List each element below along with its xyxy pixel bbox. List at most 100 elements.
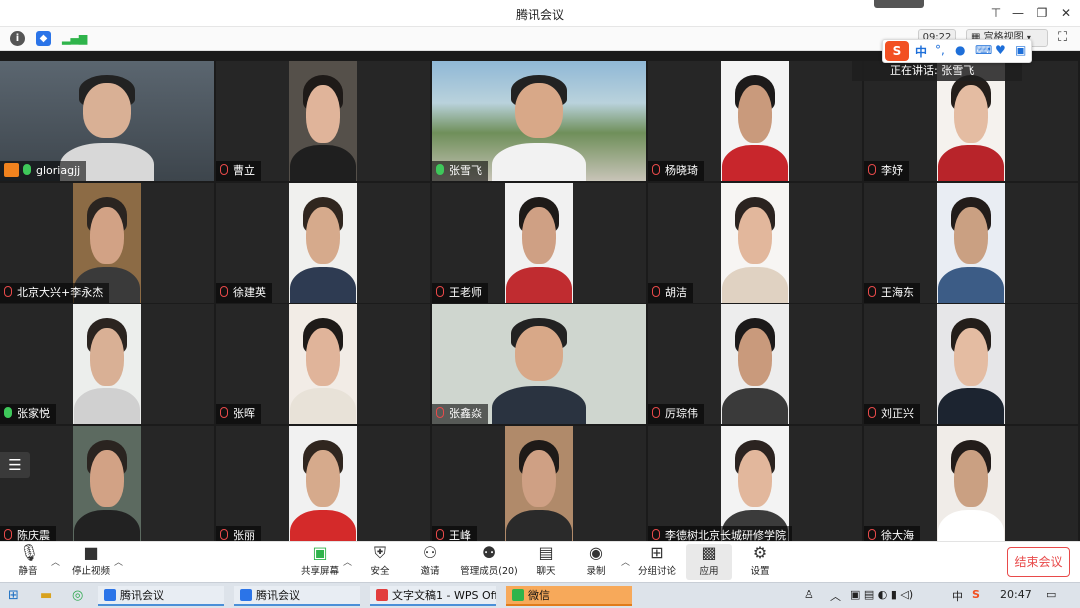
ime-toolbar[interactable]: S 中 °, ● ⌨ ♥ ▣ <box>882 39 1032 63</box>
taskbar-item-tencent-meeting-2[interactable]: 腾讯会议 <box>234 586 360 606</box>
pin-icon[interactable]: ⊤ <box>985 3 1007 23</box>
stop-video-button[interactable]: ■ 停止视频 <box>70 543 112 578</box>
notification-icon[interactable]: ▭ <box>1046 588 1056 601</box>
microphone-muted-icon <box>868 285 876 297</box>
tools-icon[interactable]: ▣ <box>1015 43 1026 57</box>
taskbar-item-tencent-meeting-1[interactable]: 腾讯会议 <box>98 586 224 606</box>
video-tile[interactable]: 张家悦 <box>0 304 214 424</box>
video-tile[interactable]: 陈庆震 <box>0 425 214 541</box>
share-screen-button[interactable]: ▣ 共享屏幕 <box>300 543 340 578</box>
browser-icon[interactable]: ◎ <box>72 586 83 606</box>
maximize-button[interactable]: ❐ <box>1031 3 1053 23</box>
video-tile[interactable]: 厉琮伟 <box>648 304 862 424</box>
skin-icon[interactable]: ♥ <box>995 43 1006 57</box>
microphone-muted-icon <box>436 528 444 540</box>
ime-mode[interactable]: 中 <box>915 43 927 60</box>
participant-nametag: 李妤 <box>864 161 909 181</box>
video-tile[interactable]: gloriagjj <box>0 61 214 181</box>
chat-button[interactable]: ▤ 聊天 <box>534 544 558 578</box>
participant-name: 徐大海 <box>881 528 914 542</box>
punctuation-icon[interactable]: °, <box>935 43 945 57</box>
participant-name: 张雪飞 <box>449 164 482 177</box>
shield-icon[interactable]: ◆ <box>36 31 51 46</box>
video-tile[interactable]: 杨晓琦 <box>648 61 862 181</box>
wps-icon <box>376 589 388 601</box>
tencent-meeting-icon <box>104 589 116 601</box>
video-tile[interactable]: 张雪飞 <box>432 61 646 181</box>
sogou-tray-icon[interactable]: S <box>972 588 980 601</box>
apps-label: 应用 <box>699 566 719 577</box>
participant-name: 王老师 <box>449 285 482 299</box>
tray-app-icons[interactable]: ▣ ▤ ◐ ▮ ◁) <box>850 588 913 601</box>
taskbar-item-wps[interactable]: 文字文稿1 - WPS Off... <box>370 586 496 606</box>
participant-name: 北京大兴+李永杰 <box>17 285 104 299</box>
record-options-chevron[interactable]: ︿ <box>621 555 630 568</box>
video-tile[interactable]: 张晖 <box>216 304 430 424</box>
info-icon[interactable]: i <box>10 31 25 46</box>
breakout-label: 分组讨论 <box>638 566 677 577</box>
apps-button[interactable]: ▩ 应用 <box>686 544 732 580</box>
video-options-chevron[interactable]: ︿ <box>114 555 123 568</box>
file-explorer-icon[interactable]: ▬ <box>40 586 52 606</box>
keyboard-icon[interactable]: ⌨ <box>975 43 992 57</box>
people-icon[interactable]: ♙ <box>804 588 814 601</box>
taskbar-item-wechat[interactable]: 微信 <box>506 586 632 606</box>
video-tile[interactable]: 王老师 <box>432 182 646 303</box>
microphone-muted-icon <box>868 528 876 540</box>
participant-name: 张鑫焱 <box>449 407 482 420</box>
windows-start-icon[interactable]: ⊞ <box>8 586 19 606</box>
microphone-muted-icon <box>436 407 444 418</box>
camera-icon: ■ <box>83 543 99 562</box>
participant-name: 厉琮伟 <box>665 407 698 420</box>
video-tile[interactable]: 北京大兴+李永杰 <box>0 182 214 303</box>
participant-nametag: 胡洁 <box>648 282 693 303</box>
close-button[interactable]: ✕ <box>1055 3 1077 23</box>
share-options-chevron[interactable]: ︿ <box>343 555 352 568</box>
signal-icon[interactable]: ▂▄▆ <box>62 31 87 46</box>
participant-video <box>721 61 789 181</box>
speaker-prefix: 正在讲话: <box>890 64 942 77</box>
participant-nametag: 曹立 <box>216 161 261 181</box>
minimize-button[interactable]: — <box>1007 3 1029 23</box>
taskbar-item-label: 微信 <box>528 589 550 602</box>
share-screen-icon: ▣ <box>312 543 328 562</box>
video-tile[interactable]: 张丽 <box>216 425 430 541</box>
participant-name: 张晖 <box>233 407 255 420</box>
video-tile[interactable]: 王海东 <box>864 182 1078 303</box>
participant-video <box>289 304 357 424</box>
invite-button[interactable]: ⚇ 邀请 <box>416 544 444 578</box>
record-button[interactable]: ◉ 录制 <box>584 543 608 578</box>
participant-nametag: 张家悦 <box>0 404 56 424</box>
security-label: 安全 <box>370 566 390 577</box>
taskbar-item-label: 腾讯会议 <box>120 589 164 602</box>
voice-input-icon[interactable]: ● <box>955 43 965 57</box>
tray-chevron-up-icon[interactable]: ︿ <box>830 588 841 604</box>
apps-icon: ▩ <box>701 543 717 562</box>
meeting-toolbar: 🎙 静音 ︿ ■ 停止视频 ︿ ▣ 共享屏幕 ︿ ⛨ 安全 ⚇ 邀请 ⚉ 管理成… <box>0 541 1080 582</box>
manage-members-button[interactable]: ⚉ 管理成员(20) <box>460 543 518 578</box>
video-tile[interactable]: 刘正兴 <box>864 304 1078 424</box>
mute-label: 静音 <box>18 566 38 577</box>
tray-ime[interactable]: 中 <box>952 588 963 604</box>
breakout-rooms-button[interactable]: ⊞ 分组讨论 <box>638 544 677 578</box>
participant-video <box>721 425 789 541</box>
video-tile[interactable]: 李德树北京长城研修学院 <box>648 425 862 541</box>
video-tile[interactable]: 王峰 <box>432 425 646 541</box>
video-tile[interactable]: 徐大海 <box>864 425 1078 542</box>
mute-button[interactable]: 🎙 静音 <box>14 544 42 578</box>
security-button[interactable]: ⛨ 安全 <box>366 544 394 578</box>
video-tile[interactable]: 徐建英 <box>216 182 430 303</box>
participant-nametag: 张晖 <box>216 404 261 424</box>
video-tile[interactable]: 曹立 <box>216 61 430 181</box>
members-icon: ⚉ <box>481 543 497 562</box>
settings-button[interactable]: ⚙ 设置 <box>748 544 772 578</box>
fullscreen-icon[interactable]: ⛶ <box>1058 30 1067 45</box>
video-tile[interactable]: 胡洁 <box>648 182 862 303</box>
participant-video <box>937 182 1005 303</box>
audio-options-chevron[interactable]: ︿ <box>51 555 60 568</box>
record-icon: ◉ <box>589 543 603 562</box>
stop-video-label: 停止视频 <box>71 566 110 577</box>
video-tile[interactable]: 张鑫焱 <box>432 304 646 424</box>
member-list-toggle-button[interactable]: ☰ <box>0 452 30 478</box>
end-meeting-button[interactable]: 结束会议 <box>1007 547 1070 577</box>
